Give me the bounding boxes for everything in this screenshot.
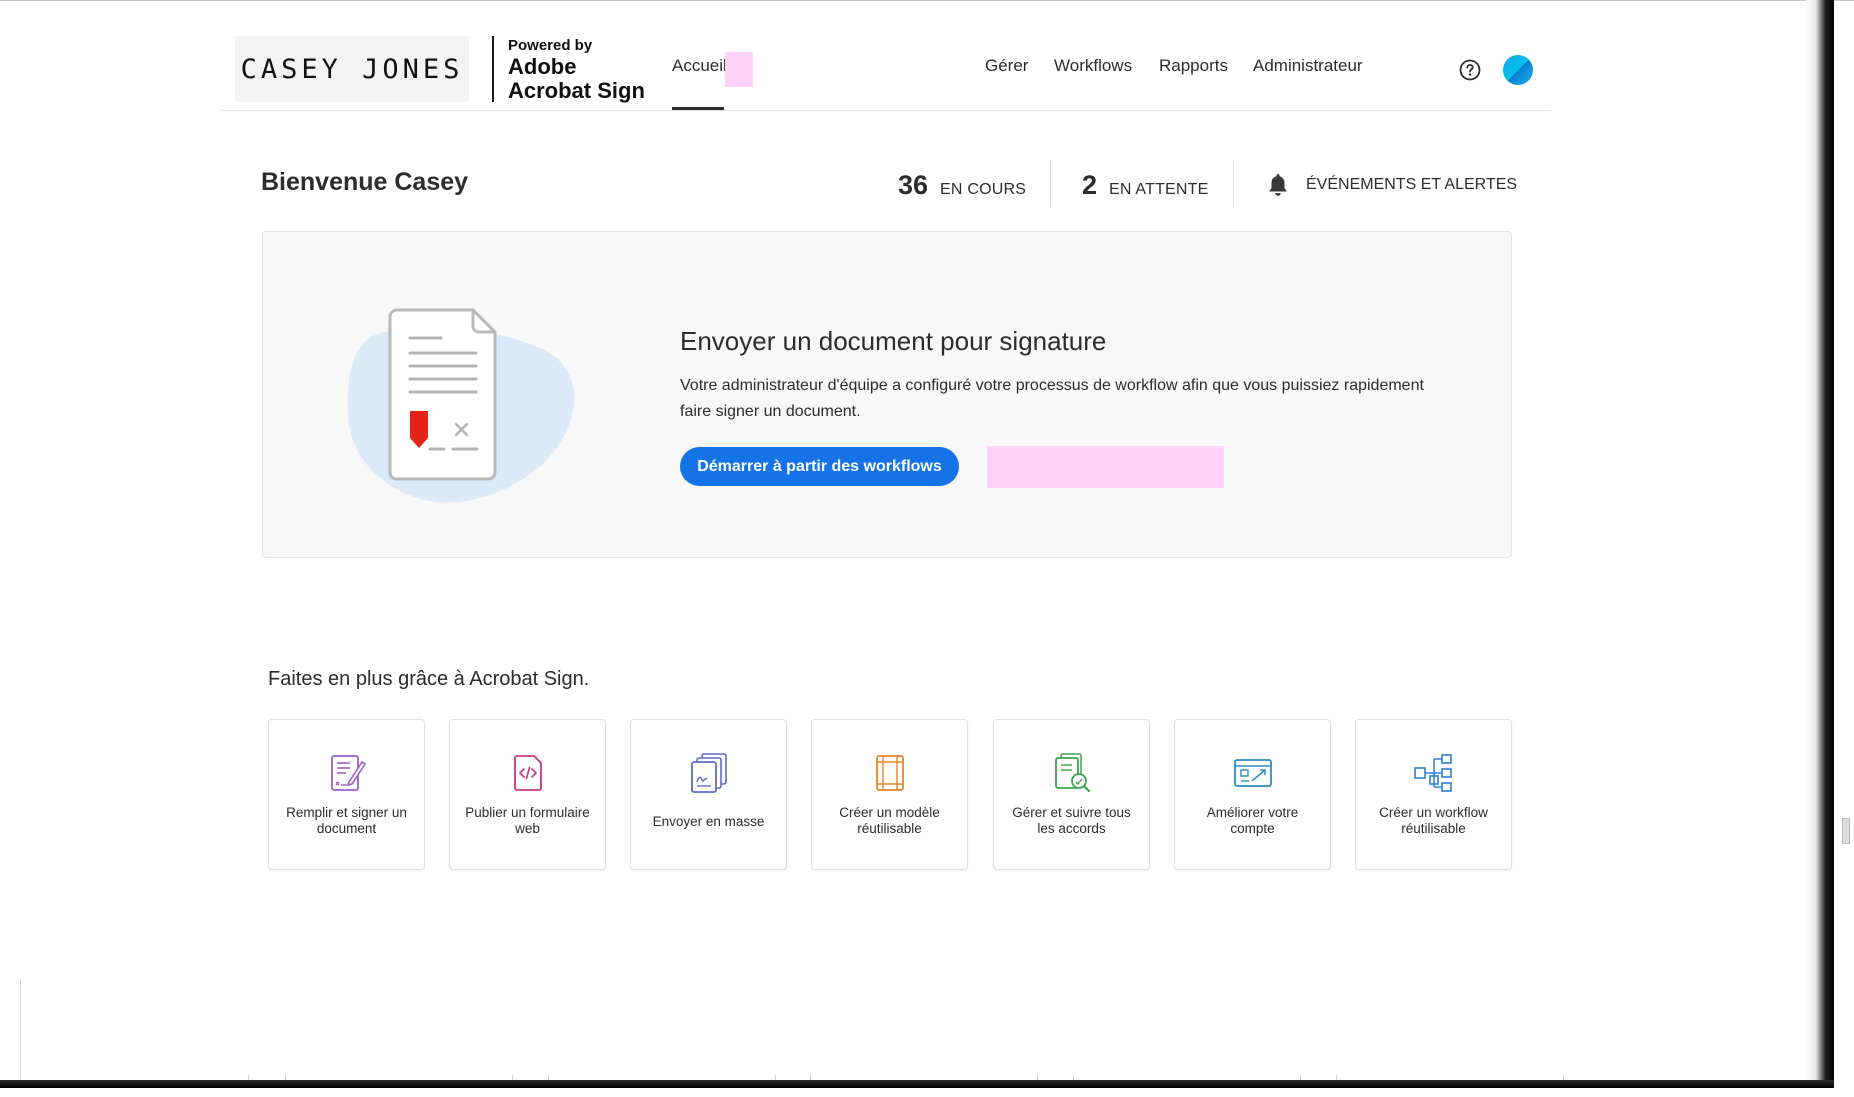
hero-description: Votre administrateur d'équipe a configur… <box>680 377 1424 420</box>
tile-label: Améliorer votre compte <box>1206 805 1299 836</box>
tile-fill-sign[interactable]: Remplir et signer un document <box>268 719 425 870</box>
nav-rapports[interactable]: Rapports <box>1159 56 1228 76</box>
tile-web-form[interactable]: Publier un formulaire web <box>449 719 606 870</box>
more-section-title: Faites en plus grâce à Acrobat Sign. <box>268 668 590 690</box>
in-progress-label: EN COURS <box>940 181 1027 198</box>
welcome-heading: Bienvenue Casey <box>261 168 469 196</box>
stat-divider <box>1233 160 1234 206</box>
brand-logo[interactable]: CASEY JONES <box>235 36 469 102</box>
tile-workflow[interactable]: Créer un workflow réutilisable <box>1355 719 1512 870</box>
events-alerts-link[interactable]: ÉVÉNEMENTS ET ALERTES <box>1306 176 1517 194</box>
brand-divider <box>492 36 494 102</box>
tile-label: Remplir et signer un document <box>286 805 407 836</box>
document-signature-icon <box>347 308 575 503</box>
tile-upgrade-account[interactable]: Améliorer votre compte <box>1174 719 1331 870</box>
web-form-icon <box>514 755 542 791</box>
tile-template[interactable]: Créer un modèle réutilisable <box>811 719 968 870</box>
stat-divider <box>1050 160 1051 206</box>
in-progress-count: 36 <box>898 170 929 200</box>
tile-label: Envoyer en masse <box>652 814 765 829</box>
scrollbar-thumb[interactable] <box>1842 818 1850 844</box>
waiting-label: EN ATTENTE <box>1109 181 1209 198</box>
nav-gerer[interactable]: Gérer <box>985 56 1028 76</box>
powered-by-label: Powered by <box>508 37 593 54</box>
stat-waiting[interactable]: 2 EN ATTENTE <box>1082 170 1209 201</box>
nav-administrateur[interactable]: Administrateur <box>1253 56 1363 76</box>
workflow-icon <box>1414 754 1452 792</box>
nav-workflows[interactable]: Workflows <box>1054 56 1132 76</box>
hero-title: Envoyer un document pour signature <box>680 326 1107 356</box>
tile-label: Publier un formulaire web <box>465 805 590 836</box>
window-right-shadow <box>1806 0 1834 1086</box>
stat-in-progress[interactable]: 36 EN COURS <box>898 170 1026 201</box>
bell-icon[interactable] <box>1266 172 1290 198</box>
acrobat-sign-label: Acrobat Sign <box>508 78 645 103</box>
tile-label: Créer un workflow réutilisable <box>1379 805 1488 836</box>
active-tab-indicator <box>672 107 724 110</box>
tile-bulk-send[interactable]: Envoyer en masse <box>630 719 787 870</box>
adobe-label: Adobe <box>508 54 577 79</box>
tile-label: Créer un modèle réutilisable <box>839 805 940 836</box>
bulk-send-icon <box>691 753 727 793</box>
window-left-edge <box>20 980 21 1080</box>
start-from-workflows-button[interactable]: Démarrer à partir des workflows <box>680 447 959 486</box>
tile-manage-agreements[interactable]: Gérer et suivre tous les accords <box>993 719 1150 870</box>
redacted-button-region <box>987 446 1224 488</box>
acrobat-sign-logo: Powered by Adobe Acrobat Sign <box>508 38 645 102</box>
template-icon <box>876 755 904 791</box>
help-circle-icon[interactable] <box>1459 59 1481 81</box>
redacted-nav-region <box>725 52 753 87</box>
tile-label: Gérer et suivre tous les accords <box>1012 805 1131 836</box>
upgrade-account-icon <box>1234 759 1272 787</box>
brand-name: CASEY JONES <box>240 53 464 85</box>
window-bottom-shadow <box>0 1080 1834 1088</box>
nav-accueil[interactable]: Accueil <box>672 56 727 76</box>
fill-sign-icon <box>331 755 367 791</box>
waiting-count: 2 <box>1082 170 1098 200</box>
manage-agreements-icon <box>1055 753 1091 793</box>
avatar[interactable] <box>1503 55 1533 85</box>
